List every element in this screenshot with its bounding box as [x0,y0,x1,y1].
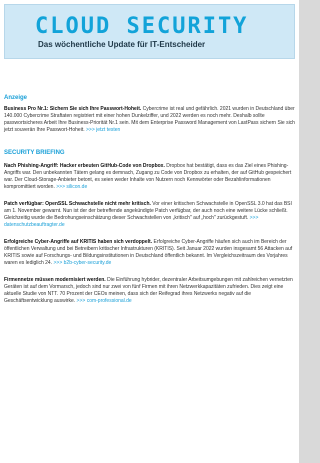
briefing-item: Nach Phishing-Angriff: Hacker erbeuten G… [4,163,295,191]
newsletter-header: CLOUD SECURITY Das wöchentliche Update f… [4,4,295,59]
briefing-item: Patch verfügbar: OpenSSL Schwachstelle n… [4,201,295,229]
ad-body: Business Pro Nr.1: Sichern Sie sich Ihre… [4,106,295,134]
briefing-item: Firmennetze müssen modernisiert werden. … [4,277,295,305]
cloud-security-logo: CLOUD SECURITY [35,14,249,39]
header-tagline: Das wöchentliche Update für IT-Entscheid… [38,40,206,49]
ad-title: Business Pro Nr.1: Sichern Sie sich Ihre… [4,106,142,112]
briefing-item-link[interactable]: >>> silicon.de [56,184,87,190]
briefing-item-link[interactable]: >>> com-professional.de [77,298,132,304]
ad-label: Anzeige [4,95,28,101]
briefing-item-title: Erfolgreiche Cyber-Angriffe auf KRITIS h… [4,239,153,245]
briefing-section: SECURITY BRIEFING Nach Phishing-Angriff:… [4,150,295,305]
ad-section: Anzeige Business Pro Nr.1: Sichern Sie s… [4,95,295,134]
briefing-label: SECURITY BRIEFING [4,150,65,156]
briefing-item-title: Nach Phishing-Angriff: Hacker erbeuten G… [4,163,165,169]
newsletter-page: CLOUD SECURITY Das wöchentliche Update f… [0,0,299,463]
briefing-item-title: Patch verfügbar: OpenSSL Schwachstelle n… [4,201,151,207]
briefing-item: Erfolgreiche Cyber-Angriffe auf KRITIS h… [4,239,295,267]
ad-link[interactable]: >>> jetzt testen [86,127,120,133]
briefing-item-link[interactable]: >>> b2b-cyber-security.de [53,260,111,266]
briefing-item-title: Firmennetze müssen modernisiert werden. [4,277,106,283]
